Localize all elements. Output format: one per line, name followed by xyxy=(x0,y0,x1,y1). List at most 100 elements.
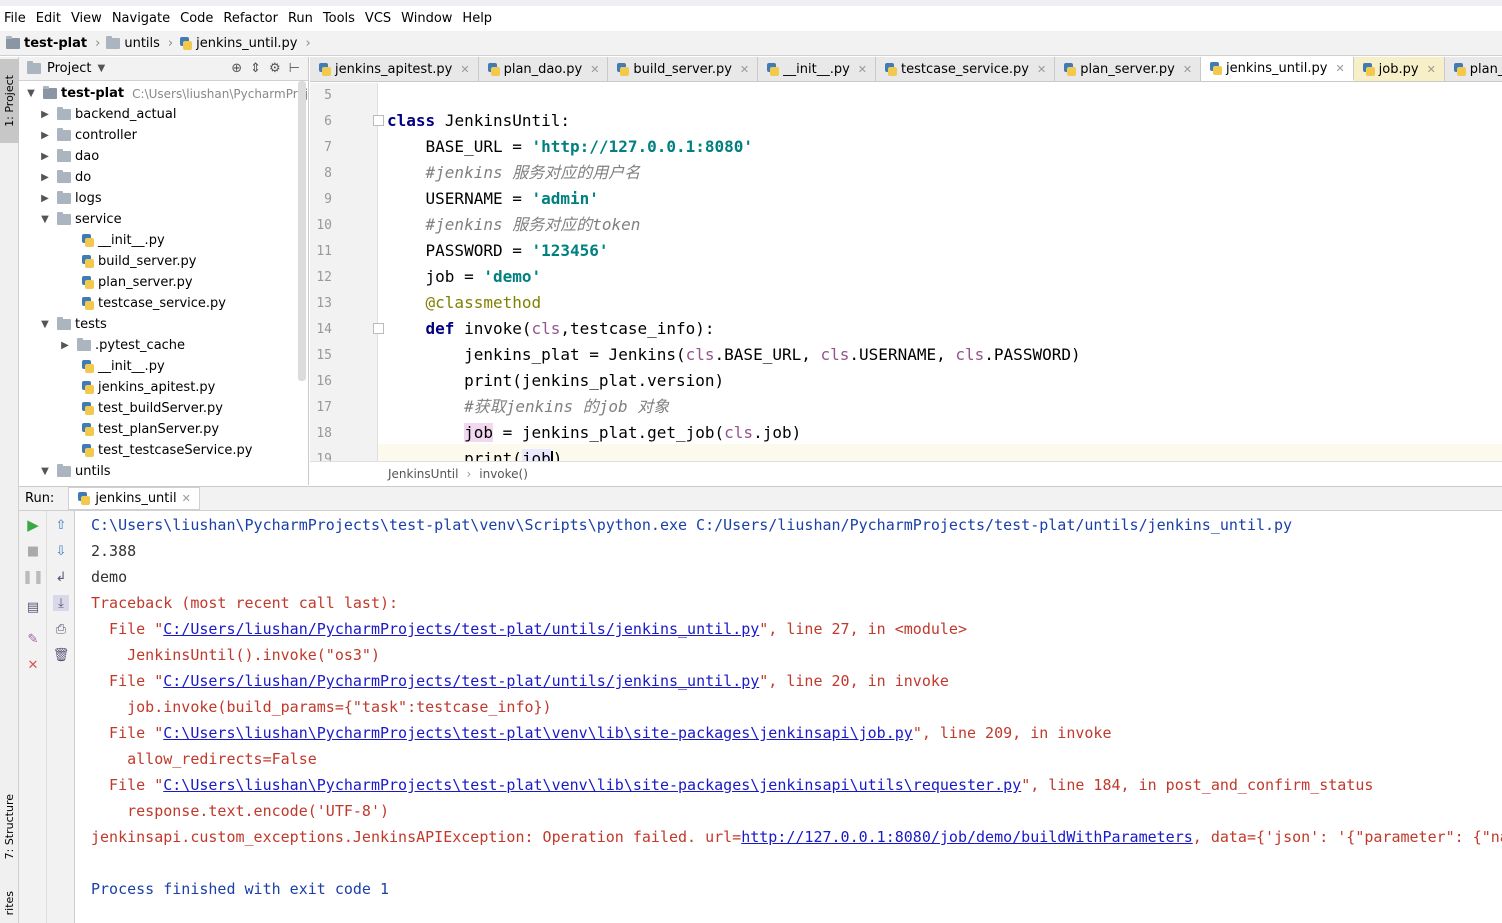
menu-tools[interactable]: Tools xyxy=(319,11,361,26)
sidebar-tab-structure[interactable]: 7: Structure xyxy=(0,787,19,867)
hide-icon[interactable]: ⊢ xyxy=(289,61,300,76)
tree-file[interactable]: test_planServer.py xyxy=(81,419,219,440)
project-panel-title[interactable]: Project xyxy=(47,61,91,76)
run-tab[interactable]: jenkins_until ✕ xyxy=(68,487,200,510)
chevron-right-icon[interactable]: ▶ xyxy=(59,340,71,351)
gear-icon[interactable]: ⚙ xyxy=(269,61,281,76)
menu-navigate[interactable]: Navigate xyxy=(108,11,176,26)
fold-icon[interactable] xyxy=(373,115,384,126)
tab-jenkins-apitest[interactable]: jenkins_apitest.py ✕ xyxy=(310,57,479,81)
collapse-icon[interactable]: ⇕ xyxy=(250,61,261,76)
close-icon[interactable]: ✕ xyxy=(590,63,599,76)
tree-item[interactable]: ▶ backend_actual xyxy=(39,104,176,125)
chevron-right-icon[interactable]: ▶ xyxy=(39,130,51,141)
stop-icon[interactable]: ■ xyxy=(25,543,41,559)
run-icon[interactable]: ▶ xyxy=(25,516,41,534)
nav-file[interactable]: jenkins_until.py › xyxy=(179,36,311,51)
url-link[interactable]: http://127.0.0.1:8080/job/demo/buildWith… xyxy=(741,828,1193,846)
file-link[interactable]: C:/Users/liushan/PycharmProjects/test-pl… xyxy=(163,672,759,690)
tree-item[interactable]: ▶ controller xyxy=(39,125,137,146)
close-run-icon[interactable]: ✕ xyxy=(25,657,41,673)
tree-file[interactable]: plan_server.py xyxy=(81,272,193,293)
close-icon[interactable]: ✕ xyxy=(460,63,469,76)
tree-file[interactable]: test_buildServer.py xyxy=(81,398,223,419)
close-icon[interactable]: ✕ xyxy=(182,492,191,505)
close-icon[interactable]: ✕ xyxy=(1335,62,1344,75)
tree-item[interactable]: ▶ do xyxy=(39,167,91,188)
breadcrumb-method[interactable]: invoke() xyxy=(479,467,528,481)
tree-file[interactable]: build_server.py xyxy=(81,251,197,272)
pin-icon[interactable]: ✎ xyxy=(25,631,41,647)
tree-root[interactable]: ▼ test-plat C:\Users\liushan\PycharmProj… xyxy=(25,83,308,104)
menu-vcs[interactable]: VCS xyxy=(361,11,397,26)
tree-scrollbar[interactable] xyxy=(298,81,306,381)
soft-wrap-icon[interactable]: ↲ xyxy=(53,569,69,585)
menu-help[interactable]: Help xyxy=(458,11,498,26)
close-icon[interactable]: ✕ xyxy=(1427,63,1436,76)
chevron-right-icon[interactable]: ▶ xyxy=(39,193,51,204)
close-icon[interactable]: ✕ xyxy=(1037,63,1046,76)
sidebar-tab-favorites[interactable]: rites xyxy=(0,883,19,923)
print-icon[interactable]: ⎙ xyxy=(53,621,69,637)
code-editor[interactable]: 5 6 7 8 9 10 11 12 13 14 15 16 17 18 19 … xyxy=(310,83,1502,461)
chevron-right-icon[interactable]: ▶ xyxy=(39,172,51,183)
nav-project[interactable]: test-plat › xyxy=(6,35,100,51)
tab-init[interactable]: __init__.py ✕ xyxy=(758,57,876,81)
file-link[interactable]: C:\Users\liushan\PycharmProjects\test-pl… xyxy=(163,724,913,742)
tree-item[interactable]: ▼ untils xyxy=(39,461,111,481)
menu-file[interactable]: File xyxy=(0,11,32,26)
sidebar-tab-project[interactable]: 1: Project xyxy=(0,59,19,143)
tree-file[interactable]: __init__.py xyxy=(81,356,165,377)
tab-build-server[interactable]: build_server.py ✕ xyxy=(608,57,759,81)
tree-item[interactable]: ▼ tests xyxy=(39,314,107,335)
menu-run[interactable]: Run xyxy=(284,11,319,26)
tab-job[interactable]: job.py ✕ xyxy=(1353,57,1445,81)
tree-item[interactable]: ▶ .pytest_cache xyxy=(59,335,185,356)
self-param: cls xyxy=(685,345,715,364)
chevron-down-icon[interactable]: ▼ xyxy=(39,214,51,225)
menu-code[interactable]: Code xyxy=(176,11,219,26)
breadcrumb-class[interactable]: JenkinsUntil xyxy=(388,467,458,481)
chevron-down-icon[interactable]: ▼ xyxy=(39,466,51,477)
tab-jenkins-until[interactable]: jenkins_until.py ✕ xyxy=(1201,57,1354,81)
layout-icon[interactable]: ▤ xyxy=(25,599,41,615)
code-text: BASE_URL = xyxy=(425,137,532,156)
close-icon[interactable]: ✕ xyxy=(1183,63,1192,76)
tab-plan-server[interactable]: plan_server.py ✕ xyxy=(1055,57,1202,81)
chevron-down-icon[interactable]: ▼ xyxy=(25,88,37,99)
file-link[interactable]: C:\Users\liushan\PycharmProjects\test-pl… xyxy=(163,776,1021,794)
python-file-icon xyxy=(318,62,331,76)
locate-icon[interactable]: ⊕ xyxy=(231,61,242,76)
trash-icon[interactable]: 🗑 xyxy=(53,647,70,663)
code-line-14: def invoke(cls,testcase_info): xyxy=(387,316,715,342)
close-icon[interactable]: ✕ xyxy=(740,63,749,76)
tab-plan-dao[interactable]: plan_dao.py ✕ xyxy=(478,57,609,81)
menu-window[interactable]: Window xyxy=(397,11,458,26)
run-console[interactable]: C:\Users\liushan\PycharmProjects\test-pl… xyxy=(76,511,1502,923)
chevron-right-icon[interactable]: ▶ xyxy=(39,109,51,120)
down-arrow-icon[interactable]: ⇩ xyxy=(53,543,69,559)
file-link[interactable]: C:/Users/liushan/PycharmProjects/test-pl… xyxy=(163,620,759,638)
chevron-right-icon[interactable]: ▶ xyxy=(39,151,51,162)
comment: #获取jenkins 的job 对象 xyxy=(464,397,670,416)
tree-item[interactable]: ▼ service xyxy=(39,209,122,230)
nav-folder[interactable]: untils › xyxy=(106,35,173,51)
menu-view[interactable]: View xyxy=(67,11,108,26)
tree-item[interactable]: ▶ dao xyxy=(39,146,99,167)
menu-edit[interactable]: Edit xyxy=(32,11,67,26)
tab-testcase-service[interactable]: testcase_service.py ✕ xyxy=(876,57,1056,81)
close-icon[interactable]: ✕ xyxy=(858,63,867,76)
pause-icon[interactable]: ❚❚ xyxy=(22,569,44,585)
up-arrow-icon[interactable]: ⇧ xyxy=(53,517,69,533)
tree-item[interactable]: ▶ logs xyxy=(39,188,102,209)
scroll-to-end-icon[interactable]: ⤓ xyxy=(53,595,69,611)
tab-plan-entity[interactable]: plan_entity.py✕ xyxy=(1444,57,1502,81)
tree-file[interactable]: test_testcaseService.py xyxy=(81,440,252,461)
tree-file[interactable]: testcase_service.py xyxy=(81,293,226,314)
tree-file[interactable]: jenkins_apitest.py xyxy=(81,377,215,398)
chevron-down-icon[interactable]: ▼ xyxy=(39,319,51,330)
fold-icon[interactable] xyxy=(373,323,384,334)
menu-refactor[interactable]: Refactor xyxy=(219,11,284,26)
chevron-down-icon[interactable]: ▼ xyxy=(97,63,105,74)
tree-file[interactable]: __init__.py xyxy=(81,230,165,251)
